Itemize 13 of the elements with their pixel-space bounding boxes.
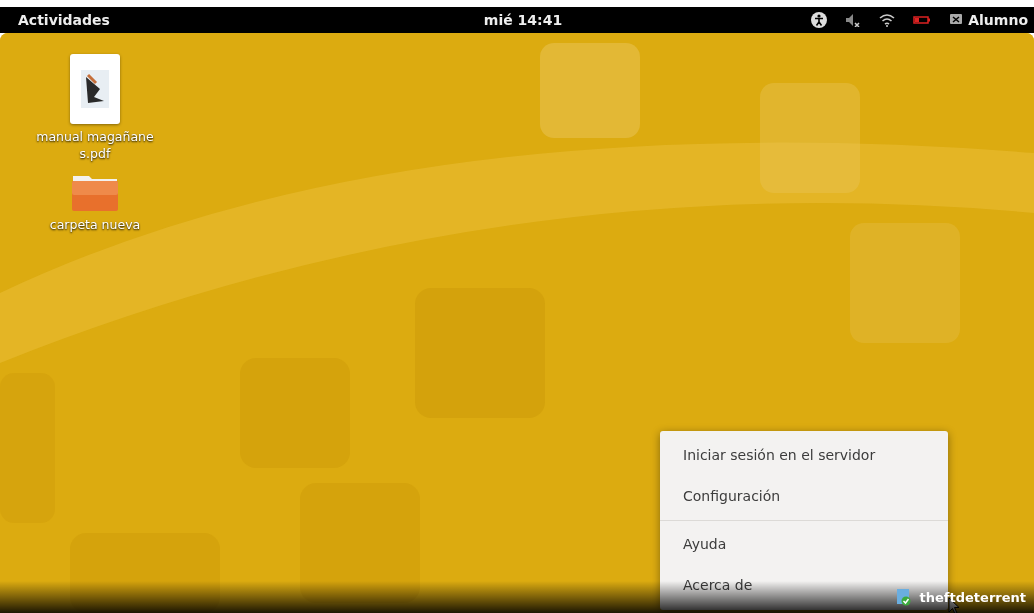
battery-icon[interactable] [913,15,932,25]
wifi-icon[interactable] [879,13,896,27]
tray-label[interactable]: theftdeterrent [919,589,1026,605]
menu-item[interactable]: Ayuda [660,524,948,565]
menu-item[interactable]: Iniciar sesión en el servidor [660,435,948,476]
clock[interactable]: mié 14:41 [483,12,563,28]
accessibility-icon[interactable] [811,12,828,28]
chat-status-icon [949,13,964,27]
pdf-file-icon[interactable] [70,54,120,124]
activities-button[interactable]: Actividades [18,12,110,28]
user-menu[interactable]: Alumno [968,12,1028,28]
menu-item[interactable]: Configuración [660,476,948,517]
volume-muted-icon[interactable] [845,13,862,27]
